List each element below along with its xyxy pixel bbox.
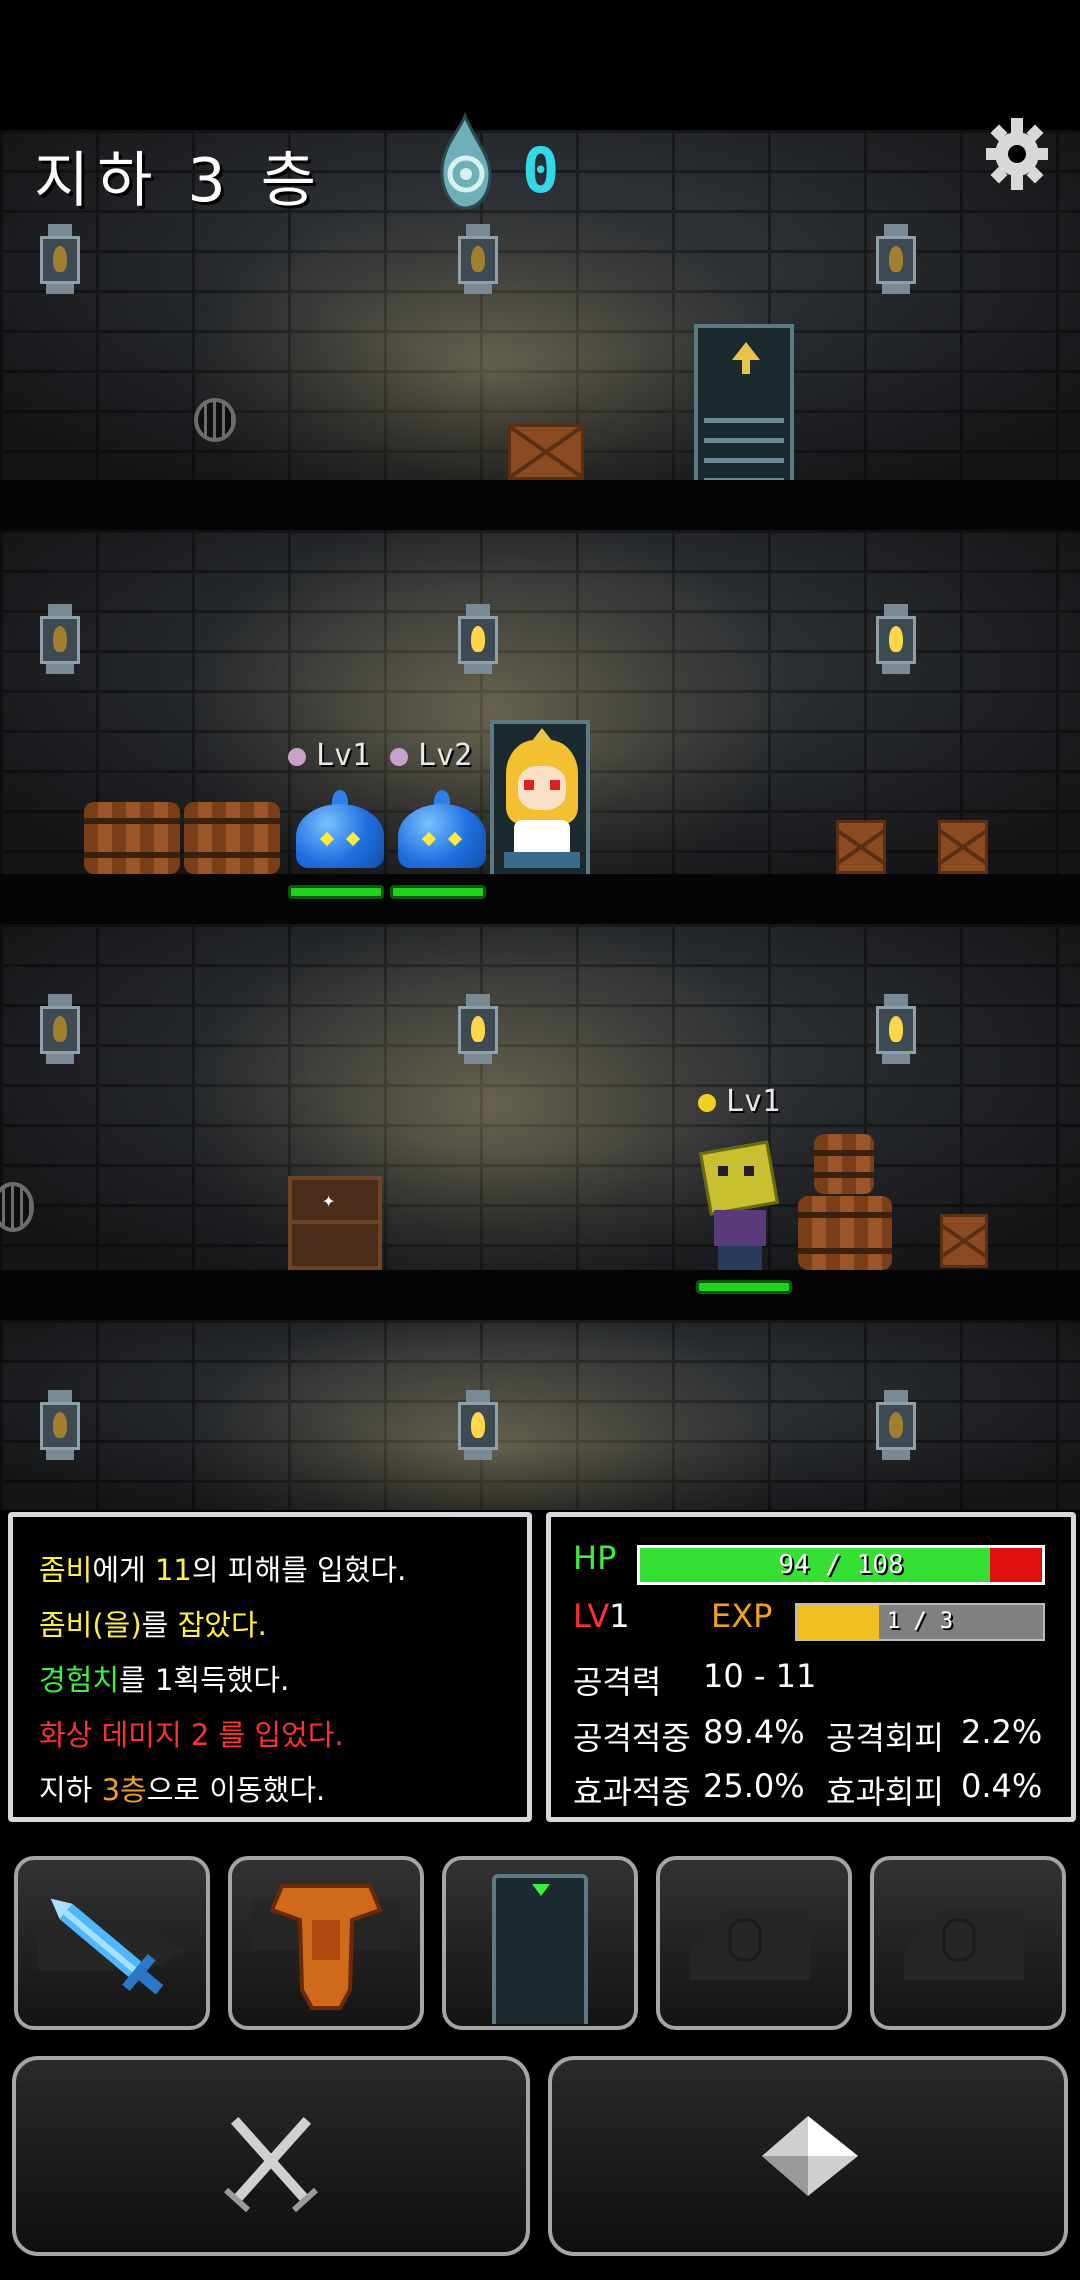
log-line-2: 좀비(을)를 잡았다. [39,1608,267,1642]
exp-bar: 1 / 3 [795,1603,1045,1641]
zombie-level-tag: Lv1 [698,1084,780,1119]
door-icon [492,1874,588,2024]
lantern [874,604,918,676]
player-stats-panel: HP 94 / 108 LV1 EXP 1 / 3 공격력 10 - 11 공격… [546,1512,1076,1822]
effect-hit-label: 효과적중 [573,1773,691,1811]
floor-row-3: ✦ Lv1 [0,924,1080,1270]
lantern [456,224,500,296]
slime-1-hp-bar [288,885,384,899]
attack-label: 공격력 [573,1663,662,1701]
log-line-4: 화상 데미지 2 를 입었다. [39,1718,344,1752]
empty-slot-2[interactable] [870,1856,1066,2030]
armor-slot[interactable] [228,1856,424,2030]
barred-window [0,1182,34,1232]
barrel [184,802,280,874]
effect-evade-label: 효과회피 [826,1773,944,1811]
attack-value: 10 - 11 [703,1657,817,1695]
slime-monster[interactable] [398,790,486,868]
hit-value: 89.4% [703,1713,805,1751]
weapon-slot[interactable] [14,1856,210,2030]
door-slot[interactable] [442,1856,638,2030]
player-character[interactable] [500,740,584,874]
floor-row-2: Lv1 Lv2 [0,530,1080,874]
exp-label: EXP [711,1597,773,1635]
gear-icon [986,118,1048,190]
zombie-hp-bar [696,1280,792,1294]
empty-slot-1[interactable] [656,1856,852,2030]
crate [836,820,886,874]
move-button[interactable] [548,2056,1068,2256]
lantern [456,1390,500,1462]
attack-button[interactable] [12,2056,530,2256]
crate [508,424,584,480]
settings-button[interactable] [984,116,1050,192]
soul-icon [430,111,500,212]
message-log-panel: 좀비에게 11의 피해를 입혔다. 좀비(을)를 잡았다. 경험치를 1획득했다… [8,1512,532,1822]
lantern [38,994,82,1066]
crate [940,1214,988,1268]
lantern [874,994,918,1066]
lantern [38,1390,82,1462]
barrel [814,1134,874,1194]
evade-value: 2.2% [961,1713,1043,1751]
hp-text: 94 / 108 [778,1550,904,1580]
slime-2-level: Lv2 [418,738,473,773]
effect-evade-value: 0.4% [961,1767,1043,1805]
exp-text: 1 / 3 [886,1609,954,1634]
floor-title: 지하 3 층 [34,146,324,216]
lantern [456,604,500,676]
log-line-5: 지하 3층으로 이동했다. [39,1773,326,1807]
slime-level-tag: Lv1 [288,738,370,773]
crate [938,820,988,874]
soul-count: 0 [522,134,560,207]
empty-slot-icon [690,1910,810,1980]
move-arrow-icon [762,2116,858,2196]
armor-icon [252,1884,400,2010]
barred-window [194,398,236,442]
evade-label: 공격회피 [826,1719,944,1757]
hp-label: HP [573,1539,617,1577]
slime-level-tag: Lv2 [390,738,472,773]
lantern [874,1390,918,1462]
lantern [38,604,82,676]
slime-2-hp-bar [390,885,486,899]
lantern [874,224,918,296]
empty-slot-icon [904,1910,1024,1980]
zombie-level: Lv1 [726,1084,781,1119]
attack-swords-icon [223,2116,319,2213]
lantern [38,224,82,296]
slime-monster[interactable] [296,790,384,868]
weapon-sword-icon [38,1898,188,1995]
exit-door-up[interactable] [694,324,794,480]
level-display: LV1 [573,1597,630,1635]
slime-1-level: Lv1 [316,738,371,773]
hit-label: 공격적중 [573,1719,691,1757]
barrel [84,802,180,874]
floor-row-4 [0,1320,1080,1510]
hp-bar: 94 / 108 [637,1545,1045,1585]
lantern [456,994,500,1066]
barrel [798,1196,892,1270]
log-line-1: 좀비에게 11의 피해를 입혔다. [39,1553,407,1587]
shop-shelf[interactable]: ✦ [288,1176,382,1270]
effect-hit-value: 25.0% [703,1767,805,1805]
zombie-monster[interactable] [698,1140,784,1270]
log-line-3: 경험치를 1획득했다. [39,1663,290,1697]
